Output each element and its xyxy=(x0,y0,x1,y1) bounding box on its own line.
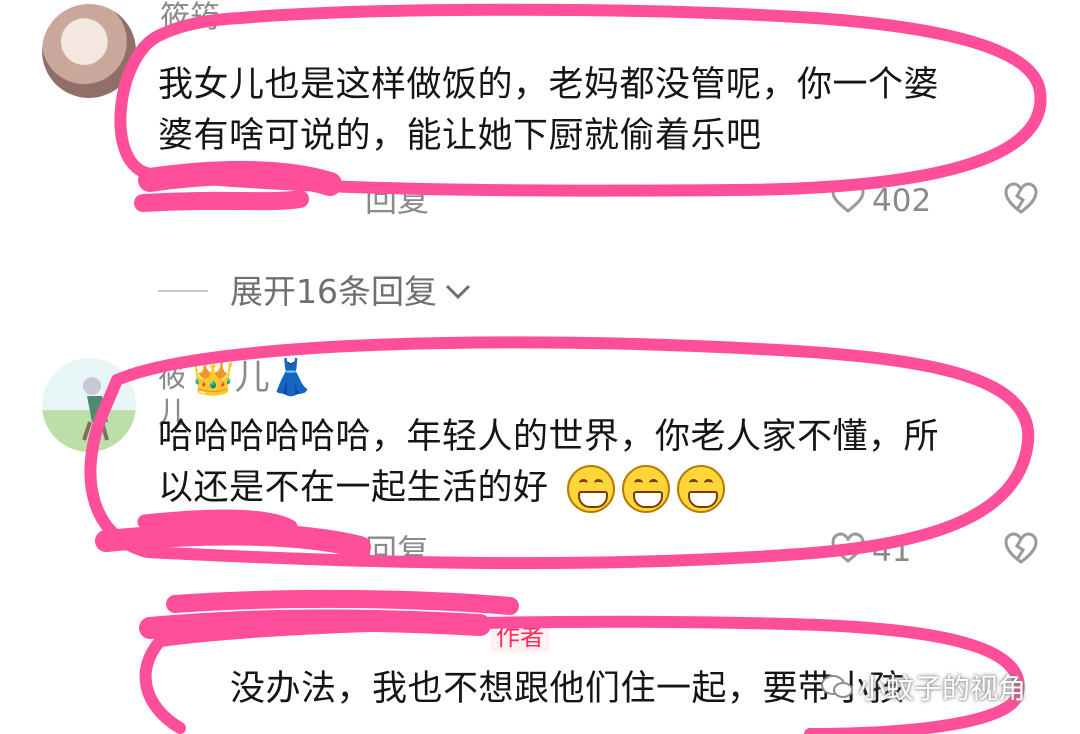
redaction-scribble xyxy=(134,190,309,212)
watermark-text: 小蚊子的视角 xyxy=(858,672,1027,705)
watermark-logo-icon xyxy=(821,675,853,698)
redaction-scribble xyxy=(139,609,491,639)
redaction-scribble xyxy=(95,523,371,558)
redaction-scribble xyxy=(166,589,519,615)
highlight-overlay xyxy=(84,3,1047,734)
redaction-scribble xyxy=(138,160,342,196)
